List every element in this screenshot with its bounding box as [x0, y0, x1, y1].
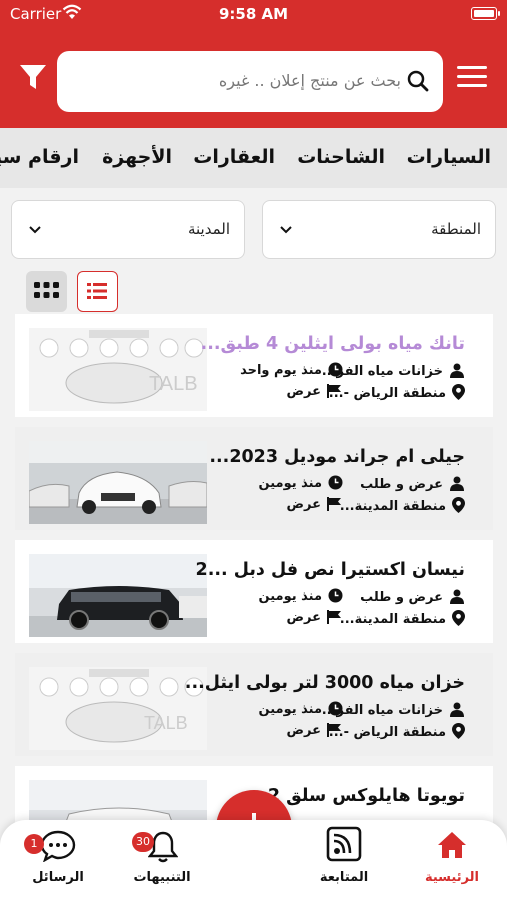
clock-icon [328, 362, 343, 377]
listing-title[interactable]: نيسان اكستيرا نص فل دبل ...2 [196, 560, 465, 580]
white-car-image [29, 441, 207, 524]
tab-notifications[interactable]: 30 التنبيهات [112, 820, 212, 900]
bottom-nav: 1 الرسائل 30 التنبيهات المتابعة الرئيسية [0, 820, 507, 900]
person-icon [450, 363, 464, 378]
category-tab-trucks[interactable]: الشاحنات [297, 146, 385, 168]
city-select[interactable]: المدينة [11, 200, 245, 259]
tab-notifications-label: التنبيهات [133, 870, 191, 885]
search-icon[interactable] [407, 70, 429, 92]
listing-time: منذ يومين [259, 701, 343, 717]
category-tab-cars[interactable]: السيارات [407, 146, 491, 168]
tab-messages[interactable]: 1 الرسائل [8, 820, 108, 900]
home-icon [438, 832, 466, 858]
app-header: Carrier 9:58 AM بحث عن منتج إعلان .. غير… [0, 0, 507, 128]
region-select-label: المنطقة [431, 220, 481, 238]
listing-region: منطقة الرياض -... [329, 384, 465, 401]
tab-following-label: المتابعة [319, 870, 369, 885]
listing-time-text: منذ يومين [258, 702, 322, 717]
tab-messages-label: الرسائل [32, 870, 84, 885]
listing-title[interactable]: جيلى ام جراند موديل 2023... [209, 447, 465, 467]
listing-category-text: عرض و طلب [360, 477, 443, 492]
grid-view-icon [34, 282, 59, 298]
listing-type-text: عرض [286, 384, 321, 399]
list-view-icon [87, 283, 107, 299]
tab-following[interactable]: المتابعة [294, 820, 394, 900]
listing-type: عرض [287, 723, 343, 738]
flag-icon [327, 610, 341, 624]
battery-icon [471, 7, 500, 20]
listing-region: منطقة المدينة... [340, 610, 465, 627]
person-icon [450, 476, 464, 491]
listing-time: منذ يومين [259, 588, 343, 604]
grid-view-button[interactable] [26, 271, 67, 312]
person-icon [450, 589, 464, 604]
listing-type-text: عرض [286, 723, 321, 738]
listing-region-text: منطقة الرياض -... [328, 725, 446, 740]
clock-icon [328, 588, 343, 603]
tab-home-label: الرئيسية [424, 870, 480, 885]
listing-title[interactable]: تانك مياه بولى ايثلين 4 طبق... [201, 334, 465, 354]
location-icon [452, 497, 465, 513]
listing-type-text: عرض [286, 497, 321, 512]
person-icon [450, 702, 464, 717]
region-select[interactable]: المنطقة [262, 200, 496, 259]
listing-time-text: منذ يومين [258, 589, 322, 604]
city-select-label: المدينة [187, 220, 230, 238]
listing-category: عرض و طلب [360, 475, 465, 492]
listing-type: عرض [287, 497, 343, 512]
chevron-down-icon [280, 226, 292, 234]
listing-region-text: منطقة الرياض -... [328, 386, 446, 401]
notifications-badge: 30 [132, 832, 154, 852]
water-tank-image: TALB [29, 328, 207, 411]
flag-icon [327, 497, 341, 511]
location-icon [452, 723, 465, 739]
category-tab-realestate[interactable]: العقارات [193, 146, 275, 168]
rss-icon [326, 826, 362, 862]
clock-icon [328, 701, 343, 716]
listing-card[interactable]: جيلى ام جراند موديل 2023... عرض و طلب من… [15, 427, 493, 530]
listing-title[interactable]: خزان مياه 3000 لتر بولى ايثل... [185, 673, 465, 693]
messages-badge: 1 [24, 834, 44, 854]
clock-time: 9:58 AM [218, 5, 289, 23]
listing-time: منذ يومين [259, 475, 343, 491]
clock-icon [328, 475, 343, 490]
tab-home[interactable]: الرئيسية [402, 820, 502, 900]
svg-text:TALB: TALB [149, 373, 198, 395]
listing-type-text: عرض [286, 610, 321, 625]
svg-text:TALB: TALB [144, 713, 188, 733]
listing-type: عرض [287, 384, 343, 399]
listing-region-text: منطقة المدينة... [339, 612, 446, 627]
location-icon [452, 610, 465, 626]
category-tabs: السيارات الشاحنات العقارات الأجهزة ارقام… [0, 128, 507, 188]
flag-icon [327, 723, 341, 737]
location-icon [452, 384, 465, 400]
black-suv-image [29, 554, 207, 637]
listing-time-text: منذ يوم واحد [240, 363, 322, 378]
listing-card[interactable]: TALB خزان مياه 3000 لتر بولى ايثل... خزا… [15, 653, 493, 756]
listing-time-text: منذ يومين [258, 476, 322, 491]
chevron-down-icon [29, 226, 41, 234]
search-input[interactable]: بحث عن منتج إعلان .. غيره [219, 71, 401, 90]
listing-category: خزانات مياه الفر... [322, 362, 465, 379]
listing-region: منطقة المدينة... [340, 497, 465, 514]
listing-category-text: عرض و طلب [360, 590, 443, 605]
category-tab-devices[interactable]: الأجهزة [102, 146, 172, 168]
listing-region: منطقة الرياض -... [329, 723, 465, 740]
listing-region-text: منطقة المدينة... [339, 499, 446, 514]
listing-category: خزانات مياه الفر... [322, 701, 465, 718]
filter-icon[interactable] [18, 62, 48, 92]
water-tank-image: TALB [29, 667, 207, 750]
listing-type: عرض [287, 610, 343, 625]
listing-card[interactable]: TALB تانك مياه بولى ايثلين 4 طبق... خزان… [15, 314, 493, 417]
category-tab-numbers[interactable]: ارقام سيا [0, 146, 79, 168]
flag-icon [327, 384, 341, 398]
listing-time: منذ يوم واحد [240, 362, 343, 378]
list-view-button[interactable] [77, 271, 118, 312]
listing-card[interactable]: نيسان اكستيرا نص فل دبل ...2 عرض و طلب م… [15, 540, 493, 643]
menu-icon[interactable] [457, 66, 487, 88]
listing-category: عرض و طلب [360, 588, 465, 605]
search-bar[interactable]: بحث عن منتج إعلان .. غيره [57, 51, 443, 112]
chat-icon [40, 830, 76, 862]
status-bar: Carrier 9:58 AM [0, 0, 507, 28]
